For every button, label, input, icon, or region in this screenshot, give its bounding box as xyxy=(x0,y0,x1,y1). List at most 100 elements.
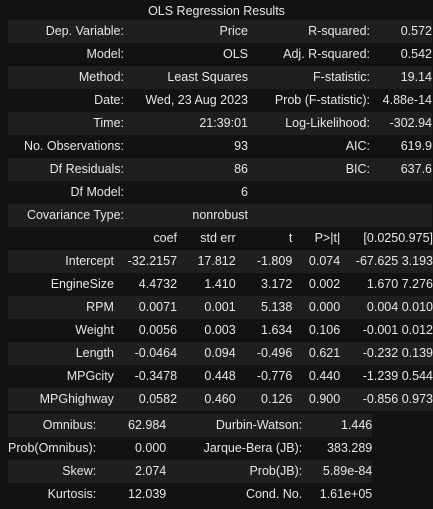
coef-row: RPM 0.0071 0.001 5.138 0.000 0.004 0.010 xyxy=(8,296,433,319)
coef-term: RPM xyxy=(8,296,114,319)
coef-stderr: 17.812 xyxy=(177,250,236,273)
summary-value: 637.6 xyxy=(370,158,432,181)
coef-t: 3.172 xyxy=(261,277,293,291)
coef-p: 0.621 xyxy=(292,342,341,365)
diag-row: Prob(Omnibus): 0.000 Jarque-Bera (JB): 3… xyxy=(8,437,372,460)
coef-value: -32.2157 xyxy=(113,250,178,273)
coef-value: 0.0071 xyxy=(113,296,178,319)
summary-label: BIC: xyxy=(248,158,370,181)
diag-value: 12.039 xyxy=(128,487,167,501)
summary-label xyxy=(248,181,370,204)
summary-label: R-squared: xyxy=(248,20,370,43)
diag-row: Kurtosis: 12.039 Cond. No. 1.61e+05 xyxy=(8,483,373,506)
summary-value: 6 xyxy=(241,185,248,199)
summary-value xyxy=(370,181,432,204)
diag-label: Durbin-Watson: xyxy=(172,414,303,437)
coef-row: Intercept -32.2157 17.812 -1.809 0.074 -… xyxy=(8,250,433,273)
summary-label: Df Residuals: xyxy=(8,158,124,181)
summary-value: 86 xyxy=(124,158,248,181)
summary-row: Method: Least Squares F-statistic: 19.14 xyxy=(8,66,432,89)
summary-row: No. Observations: 93 AIC: 619.9 xyxy=(8,135,432,158)
diag-label: Cond. No. xyxy=(245,487,303,501)
coef-value: 4.4732 xyxy=(138,277,178,291)
coef-stderr: 0.460 xyxy=(177,388,236,411)
coef-ci-low: -1.239 xyxy=(362,369,399,383)
coef-value: 0.0056 xyxy=(138,323,178,337)
coef-p: 0.900 xyxy=(292,388,341,411)
diag-label: Jarque-Bera (JB): xyxy=(203,441,303,455)
coef-term: Intercept xyxy=(8,250,114,273)
summary-value: OLS xyxy=(222,47,248,61)
coef-stderr: 0.094 xyxy=(177,342,236,365)
coef-ci-low: -0.001 xyxy=(362,323,399,337)
summary-label: Df Model: xyxy=(70,185,125,199)
summary-label: Model: xyxy=(86,47,124,61)
summary-label: Date: xyxy=(94,93,124,107)
table-caption: OLS Regression Results xyxy=(148,4,285,18)
summary-label: Dep. Variable: xyxy=(8,20,124,43)
coef-ci-low: -0.856 xyxy=(340,388,399,411)
summary-row: Dep. Variable: Price R-squared: 0.572 xyxy=(8,20,432,43)
summary-label: AIC: xyxy=(345,139,370,153)
summary-value: -302.94 xyxy=(370,112,432,135)
coef-value: 0.0582 xyxy=(113,388,178,411)
coef-p: 0.000 xyxy=(292,296,341,319)
coef-ci-high: 7.276 xyxy=(401,277,433,291)
coef-t: 5.138 xyxy=(235,296,293,319)
coef-row: Length -0.0464 0.094 -0.496 0.621 -0.232… xyxy=(8,342,433,365)
summary-value: Least Squares xyxy=(124,66,248,89)
coef-ci-high: 0.139 xyxy=(398,342,433,365)
diag-label: Omnibus: xyxy=(8,414,97,437)
diag-value: 2.074 xyxy=(96,460,173,483)
summary-label: Time: xyxy=(8,112,124,135)
summary-value: Wed, 23 Aug 2023 xyxy=(145,93,248,107)
coef-t: -0.776 xyxy=(256,369,293,383)
coef-row: MPGhighway 0.0582 0.460 0.126 0.900 -0.8… xyxy=(8,388,433,411)
coef-term: Weight xyxy=(75,323,114,337)
summary-label: No. Observations: xyxy=(23,139,124,153)
coef-term: EngineSize xyxy=(50,277,114,291)
summary-row: Model: OLS Adj. R-squared: 0.542 xyxy=(8,43,432,66)
coef-header-cell xyxy=(8,227,114,250)
summary-value: Price xyxy=(124,20,248,43)
summary-label xyxy=(248,204,370,227)
coef-t: -0.496 xyxy=(235,342,293,365)
summary-value: 93 xyxy=(234,139,248,153)
coef-p: 0.106 xyxy=(308,323,341,337)
diag-value: 383.289 xyxy=(327,441,373,455)
coef-stderr: 0.001 xyxy=(177,296,236,319)
summary-value: 0.542 xyxy=(400,47,432,61)
coef-p: 0.074 xyxy=(292,250,341,273)
coef-ci-high: 0.544 xyxy=(401,369,433,383)
model-summary-table: Dep. Variable: Price R-squared: 0.572 Mo… xyxy=(8,20,432,227)
summary-row: Df Model: 6 xyxy=(8,181,432,204)
coef-t: 1.634 xyxy=(261,323,293,337)
summary-label: F-statistic: xyxy=(248,66,370,89)
coef-row: Weight 0.0056 0.003 1.634 0.106 -0.001 0… xyxy=(8,319,433,342)
coef-header-cell: std err xyxy=(200,231,236,245)
summary-value xyxy=(370,204,432,227)
coef-header-cell: [0.025 xyxy=(363,231,399,245)
summary-row: Time: 21:39:01 Log-Likelihood: -302.94 xyxy=(8,112,432,135)
diag-value: 62.984 xyxy=(96,414,173,437)
summary-label: Prob (F-statistic): xyxy=(274,93,370,107)
coef-term: MPGcity xyxy=(66,369,114,383)
coef-value: -0.0464 xyxy=(113,342,178,365)
coef-value: -0.3478 xyxy=(134,369,178,383)
diag-value: 0.000 xyxy=(134,441,167,455)
coef-ci-low: -0.232 xyxy=(340,342,399,365)
coef-ci-low: 1.670 xyxy=(366,277,399,291)
coef-stderr: 0.003 xyxy=(204,323,236,337)
coef-p: 0.440 xyxy=(308,369,341,383)
coefficients-table: coef std err t P>|t| [0.025 0.975] Inter… xyxy=(8,227,433,411)
diag-label: Prob(Omnibus): xyxy=(8,441,97,455)
coef-ci-high: 0.010 xyxy=(398,296,433,319)
diag-label: Prob(JB): xyxy=(172,460,303,483)
diag-row: Omnibus: 62.984 Durbin-Watson: 1.446 xyxy=(8,414,373,437)
diag-row: Skew: 2.074 Prob(JB): 5.89e-84 xyxy=(8,460,373,483)
summary-label: Method: xyxy=(8,66,124,89)
summary-row: Date: Wed, 23 Aug 2023 Prob (F-statistic… xyxy=(8,89,432,112)
diag-value: 5.89e-84 xyxy=(302,460,373,483)
coef-row: MPGcity -0.3478 0.448 -0.776 0.440 -1.23… xyxy=(8,365,433,388)
coef-term: Length xyxy=(8,342,114,365)
